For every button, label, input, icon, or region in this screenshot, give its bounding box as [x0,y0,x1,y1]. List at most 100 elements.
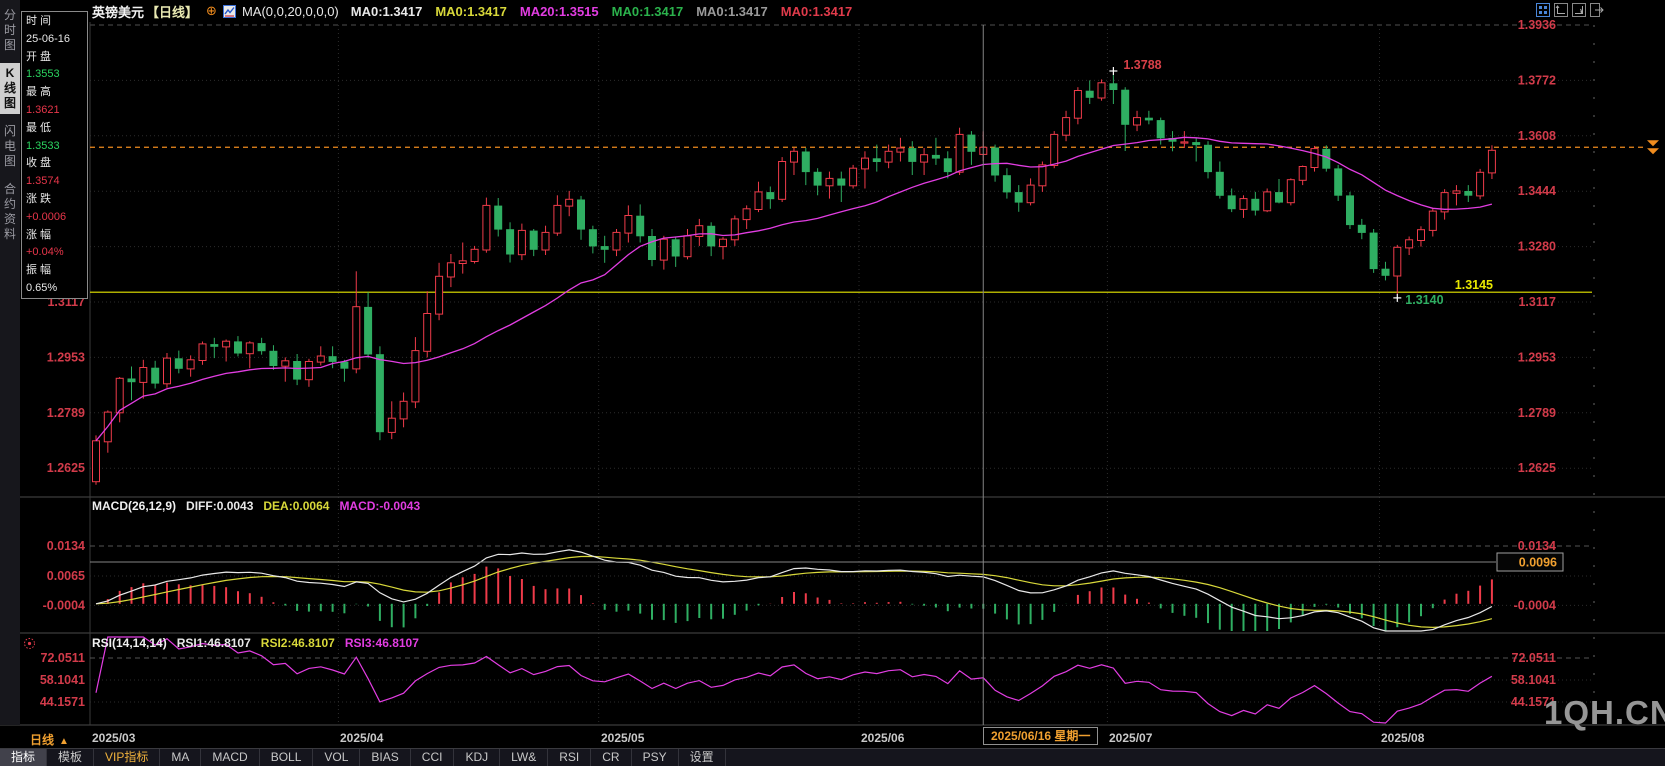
svg-text:1.3140: 1.3140 [1405,293,1443,307]
svg-text:1.2625: 1.2625 [1518,461,1556,475]
info-row-value: 0.65% [26,280,87,298]
info-row-value: 1.3621 [26,102,87,120]
indicator-title: MACD(26,12,9) [92,499,176,513]
svg-text:44.1571: 44.1571 [40,695,85,709]
macd-header: MACD(26,12,9)DIFF:0.0043DEA:0.0064MACD:-… [92,499,430,513]
x-axis-month-label: 2025/05 [601,731,644,745]
ma-value-label: MA0:1.3417 [435,4,507,19]
toolbar-tab-指标[interactable]: 指标 [0,749,47,766]
period-title[interactable]: 【日线】 [146,2,198,21]
info-row-value: +0.0006 [26,209,87,227]
toolbar-tab-VOL[interactable]: VOL [313,749,360,766]
alert-line: 1.3145 [90,278,1592,292]
info-row-value: +0.04% [26,244,87,262]
indicator-title: RSI(14,14,14) [92,636,167,650]
candlestick-series [93,75,1496,485]
info-row-value: 1.3533 [26,138,87,156]
info-row-label: 涨 跌 [26,191,87,209]
triangle-up-icon: ▲ [59,736,69,747]
toolbar-tab-MA[interactable]: MA [160,749,201,766]
trading-app-window: 1.39361.37721.36081.34441.32801.31171.31… [0,0,1665,765]
toolbar-tab-RSI[interactable]: RSI [548,749,591,766]
svg-text:1.3788: 1.3788 [1123,58,1161,72]
axis-scale-right-icon[interactable] [1572,3,1586,17]
period-selector[interactable]: 日线▲ [30,731,69,748]
last-price-line [90,140,1659,154]
indicator-alert-icon[interactable] [23,637,36,650]
toolbar-tab-KDJ[interactable]: KDJ [454,749,500,766]
svg-text:1.2953: 1.2953 [47,350,85,364]
info-row-value: 1.3574 [26,173,87,191]
svg-text:0.0096: 0.0096 [1519,556,1557,570]
window-icon-group [1536,3,1604,17]
svg-text:-0.0004: -0.0004 [43,599,85,613]
svg-text:1.3444: 1.3444 [1518,184,1556,198]
info-row-label: 最 低 [26,120,87,138]
sidebar-tab-合约资料[interactable]: 合约资料 [0,179,20,245]
toolbar-tab-LW&[interactable]: LW& [500,749,548,766]
svg-text:1.2625: 1.2625 [47,461,85,475]
info-row-label: 开 盘 [26,49,87,67]
chart-thumbnail-icon [223,5,236,18]
svg-text:1.3608: 1.3608 [1518,129,1556,143]
sidebar-tab-K线图[interactable]: K线图 [0,63,20,114]
svg-text:1.3772: 1.3772 [1518,73,1556,87]
toolbar-tab-VIP指标[interactable]: VIP指标 [94,749,160,766]
toolbar-tab-模板[interactable]: 模板 [47,749,94,766]
x-axis-month-label: 2025/06 [861,731,904,745]
chart-topbar: 英镑美元 【日线】 ⊕ MA(0,0,20,0,0,0) MA0:1.3417 M… [0,0,1665,22]
x-axis-month-label: 2025/04 [340,731,383,745]
toolbar-tab-设置[interactable]: 设置 [679,749,726,766]
x-axis-month-label: 2025/07 [1109,731,1152,745]
x-axis-month-label: 2025/08 [1381,731,1424,745]
info-row-label: 最 高 [26,84,87,102]
svg-text:0.0065: 0.0065 [47,569,85,583]
toolbar-tab-CCI[interactable]: CCI [411,749,455,766]
indicator-readout: RSI2:46.8107 [261,636,335,650]
add-indicator-icon[interactable]: ⊕ [206,3,217,19]
macd-panel: 0.0134 0.0134 0.0065 -0.0004 -0.0004 [43,539,1592,631]
ma-value-label: MA20:1.3515 [520,4,599,19]
toolbar-tab-BIAS[interactable]: BIAS [360,749,410,766]
ma-value-label: MA0:1.3417 [612,4,684,19]
quote-info-panel: 时 间25-06-16开 盘1.3553最 高1.3621最 低1.3533收 … [21,11,88,299]
axis-scale-left-icon[interactable] [1554,3,1568,17]
info-row-label: 收 盘 [26,155,87,173]
indicator-readout: RSI1:46.8107 [177,636,251,650]
svg-text:72.0511: 72.0511 [41,651,86,665]
info-row-label: 涨 幅 [26,227,87,245]
grid-lines [90,25,1594,725]
indicator-readout: RSI3:46.8107 [345,636,419,650]
toolbar-tab-CR[interactable]: CR [591,749,631,766]
toolbar-tab-BOLL[interactable]: BOLL [260,749,314,766]
symbol-title: 英镑美元 [92,2,144,21]
svg-text:0.0134: 0.0134 [47,539,85,553]
info-row-value: 25-06-16 [26,31,87,49]
ma-value-label: MA0:1.3417 [781,4,853,19]
svg-text:0.0134: 0.0134 [1518,539,1556,553]
ma-formula-label: MA(0,0,20,0,0,0) [242,4,339,19]
sidebar-tab-闪电图[interactable]: 闪电图 [0,121,20,172]
svg-text:58.1041: 58.1041 [40,673,85,687]
ma-value-label: MA0:1.3417 [696,4,768,19]
indicator-readout: DIFF:0.0043 [186,499,253,513]
toolbar-tab-MACD[interactable]: MACD [201,749,259,766]
panel-dividers [0,22,1665,725]
ma20-line [96,137,1492,441]
x-axis-month-label: 2025/03 [92,731,135,745]
svg-text:-0.0004: -0.0004 [1514,599,1556,613]
info-row-value: 1.3553 [26,66,87,84]
svg-text:58.1041: 58.1041 [1511,673,1556,687]
svg-text:72.0511: 72.0511 [1512,651,1557,665]
svg-text:1.2789: 1.2789 [47,406,85,420]
exit-chart-icon[interactable] [1590,3,1604,17]
price-axis-labels: 1.39361.37721.36081.34441.32801.31171.31… [47,18,1556,475]
toolbar-tab-PSY[interactable]: PSY [632,749,679,766]
indicator-toolbar: 指标模板VIP指标MAMACDBOLLVOLBIASCCIKDJLW&RSICR… [0,748,1665,766]
grid-layout-icon[interactable] [1536,3,1550,17]
ma-value-label: MA0:1.3417 [351,4,423,19]
chart-canvas[interactable]: 1.39361.37721.36081.34441.32801.31171.31… [0,0,1665,765]
svg-text:1.2953: 1.2953 [1518,350,1556,364]
crosshair-date-label: 2025/06/16 星期一 [983,727,1098,745]
info-row-label: 振 幅 [26,262,87,280]
